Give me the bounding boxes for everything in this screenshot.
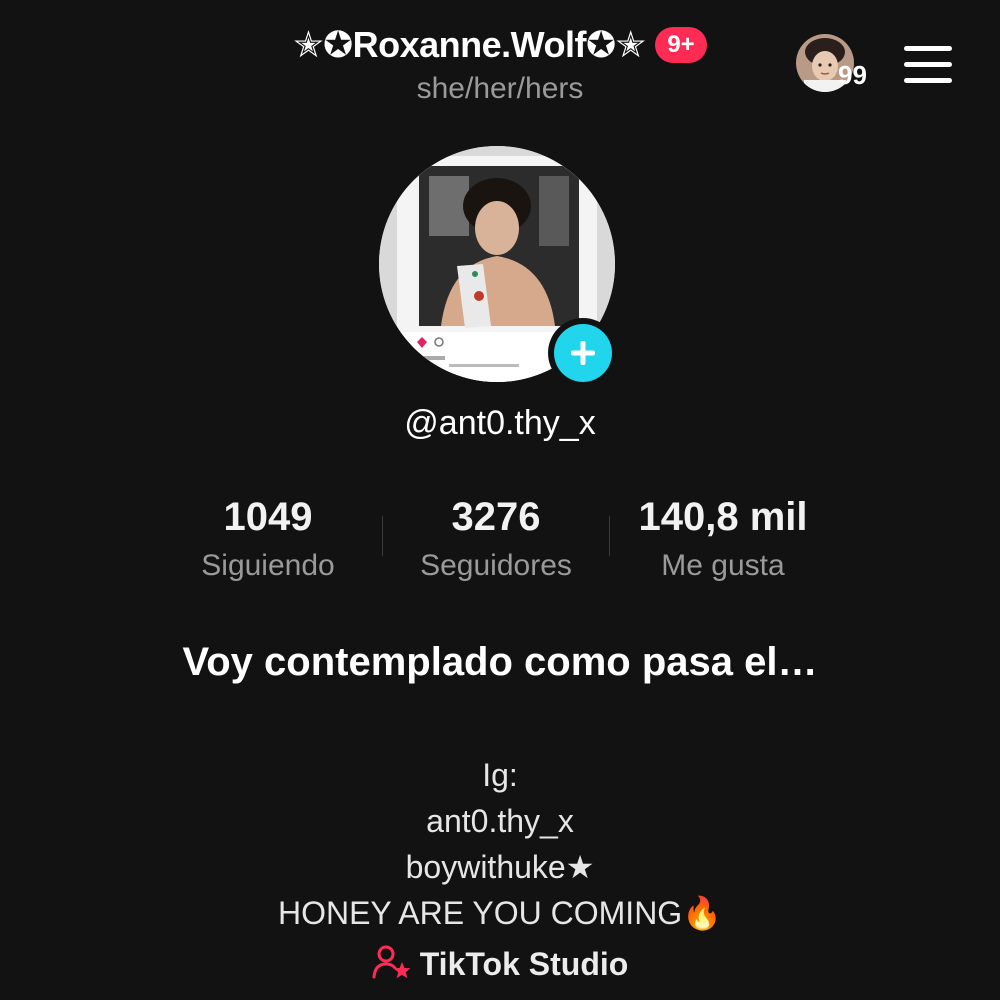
stat-label: Me gusta [661,549,785,582]
stat-value: 1049 [223,495,313,539]
bio-line: Ig: [482,757,518,793]
bio-lines: Ig: ant0.thy_x boywithuke★ HONEY ARE YOU… [0,752,1000,936]
stat-following[interactable]: 1049 Siguiendo [168,494,368,584]
profile-screen: ✭✪Roxanne.Wolf✪✭ 9+ she/her/hers 99 @ant… [0,0,1000,1000]
stat-divider [382,516,383,556]
add-story-button[interactable] [548,318,618,388]
story-count: 99 [838,60,867,90]
bio-line: boywithuke★ [405,849,595,885]
stat-label: Siguiendo [201,549,335,582]
stat-label: Seguidores [420,549,572,582]
person-star-icon [372,944,412,985]
plus-icon [554,324,612,382]
bio-line: ant0.thy_x [426,803,574,839]
display-name[interactable]: ✭✪Roxanne.Wolf✪✭ [293,24,646,66]
stat-value: 3276 [451,495,541,539]
stat-divider [609,516,610,556]
profile-stats: 1049 Siguiendo 3276 Seguidores 140,8 mil… [0,494,1000,594]
stat-followers[interactable]: 3276 Seguidores [396,494,596,584]
hamburger-menu-icon[interactable] [904,44,952,84]
username: @ant0.thy_x [404,404,596,442]
bio-headline[interactable]: Voy contemplado como pasa el… [150,636,850,688]
tiktok-studio-label: TikTok Studio [419,946,629,982]
bio-line: HONEY ARE YOU COMING🔥 [277,895,723,931]
stat-likes[interactable]: 140,8 mil Me gusta [612,494,834,584]
stat-value: 140,8 mil [638,495,808,539]
notification-badge[interactable]: 9+ [655,27,707,63]
tiktok-studio-link[interactable]: TikTok Studio [0,944,1000,985]
